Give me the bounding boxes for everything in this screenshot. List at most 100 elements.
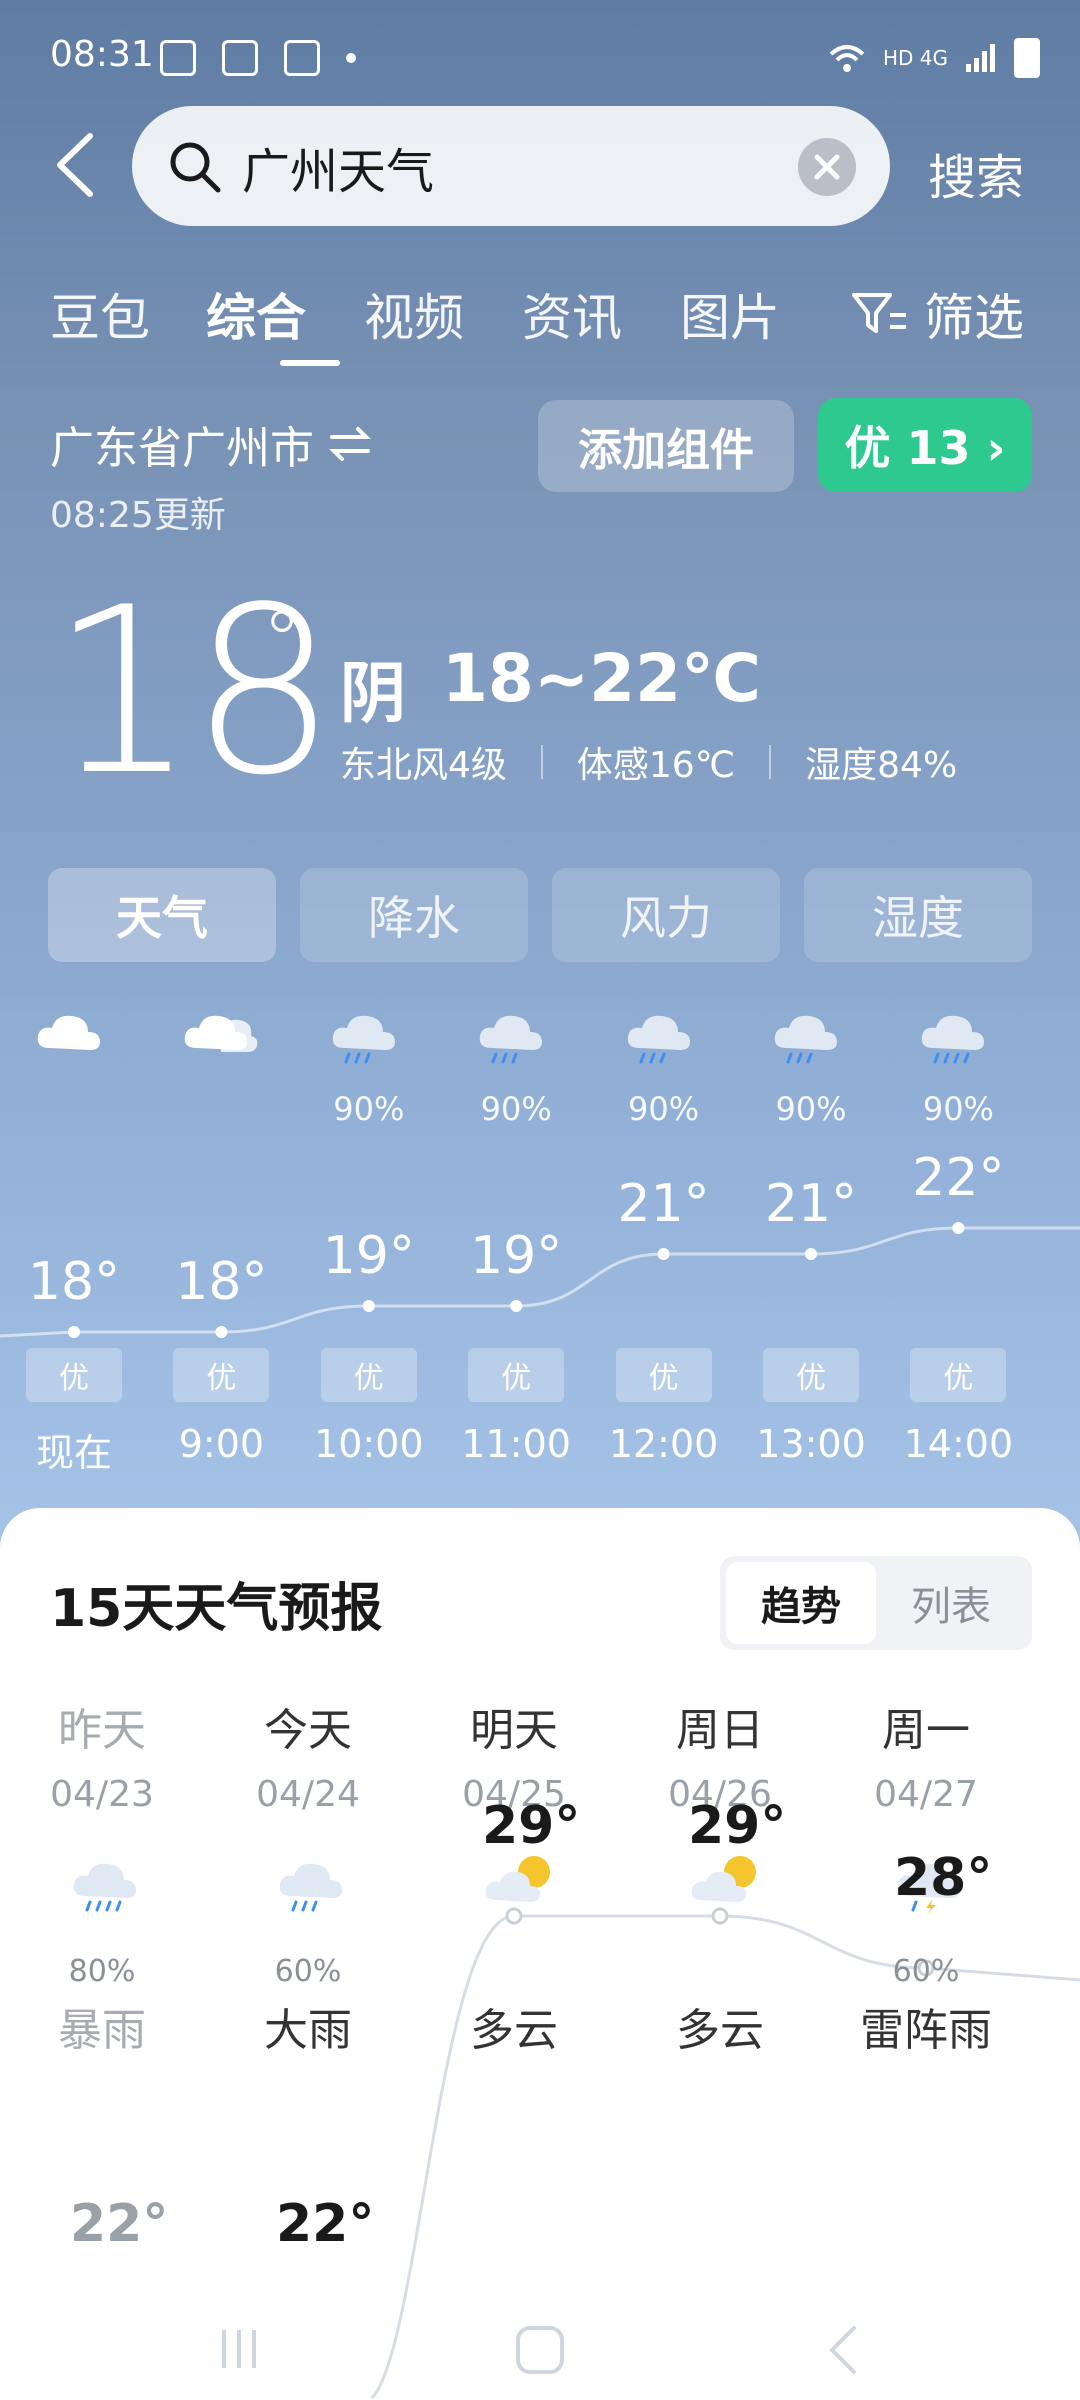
heavy-rain-icon — [73, 1863, 136, 1912]
precip-probability: 60% — [892, 1954, 960, 1989]
day-condition: 暴雨 — [58, 2005, 146, 2056]
metric-tab-humidity[interactable]: 湿度 — [804, 868, 1032, 962]
swap-icon — [329, 427, 371, 461]
day-date: 04/24 — [256, 1774, 360, 1815]
divider — [769, 745, 772, 779]
system-icons: HD 4G — [827, 38, 1040, 78]
hourly-time: 现在 — [35, 1431, 112, 1475]
tab-video[interactable]: 视频 — [364, 278, 464, 350]
hourly-time: 9:00 — [178, 1422, 265, 1466]
add-widget-button[interactable]: 添加组件 — [538, 400, 794, 492]
notification-icon — [160, 40, 196, 76]
temperature-range: 18~22℃ — [442, 640, 761, 717]
home-icon[interactable] — [512, 2322, 568, 2378]
rain-icon — [332, 1015, 395, 1064]
recent-apps-icon[interactable] — [214, 2324, 264, 2374]
tab-doubao[interactable]: 豆包 — [50, 278, 150, 350]
partly-cloudy-icon — [485, 1856, 550, 1902]
precip-probability: 90% — [333, 1090, 405, 1128]
day-low-temp: 22° — [276, 2194, 375, 2254]
day-low-temp: 22° — [70, 2194, 169, 2254]
clear-icon[interactable] — [798, 138, 856, 196]
rain-icon — [279, 1863, 342, 1912]
day-condition: 多云 — [676, 2005, 764, 2056]
precip-probability: 90% — [775, 1090, 847, 1128]
partly-cloudy-icon — [691, 1856, 756, 1902]
metric-tab-wind[interactable]: 风力 — [552, 868, 780, 962]
metric-tab-weather[interactable]: 天气 — [48, 868, 276, 962]
more-notifications-icon — [346, 53, 356, 63]
precip-probability: 90% — [628, 1090, 700, 1128]
day-name: 明天 — [470, 1705, 558, 1756]
aqi-chip: 优 — [173, 1348, 270, 1402]
search-input[interactable]: 广州天气 — [132, 106, 890, 226]
search-button[interactable]: 搜索 — [928, 138, 1024, 208]
cloudy-icon — [185, 1015, 258, 1052]
filter-label: 筛选 — [924, 289, 1024, 347]
forecast-day[interactable]: 昨天 04/23 80% 暴雨 22° — [12, 1694, 192, 2254]
category-tabs: 豆包 综合 视频 资讯 图片 筛选 — [50, 278, 1040, 368]
rain-icon — [774, 1015, 837, 1064]
hourly-time: 11:00 — [461, 1422, 571, 1466]
location-switcher[interactable]: 广东省广州市 — [50, 412, 372, 476]
notification-icon — [222, 40, 258, 76]
hourly-temp: 22° — [912, 1148, 1005, 1208]
humidity-info: 湿度84% — [805, 745, 958, 786]
degree-sign: ° — [262, 594, 302, 687]
aqi-chip: 优 — [615, 1348, 712, 1402]
back-nav-icon[interactable] — [822, 2322, 862, 2378]
status-bar: 08:31 HD 4G — [0, 0, 1080, 120]
day-condition: 雷阵雨 — [860, 2005, 992, 2056]
active-tab-indicator — [280, 360, 340, 366]
day-condition: 多云 — [470, 2005, 558, 2056]
aqi-badge[interactable]: 优 13 › — [818, 398, 1032, 492]
aqi-chip: 优 — [26, 1348, 122, 1402]
heavy-rain-icon — [922, 1015, 985, 1064]
hourly-temp-point — [657, 1248, 670, 1260]
hourly-temp-point — [952, 1222, 965, 1234]
hourly-temp: 18° — [175, 1252, 268, 1312]
update-time: 08:25更新 — [50, 495, 226, 536]
cloud-icon — [37, 1015, 100, 1050]
wifi-icon — [829, 45, 865, 72]
current-details: 东北风4级 体感16℃ 湿度84% — [340, 736, 957, 788]
forecast-panel: 15天天气预报 趋势 列表 昨天 04/23 80% 暴雨 22° 今天 04/24 60% 大… — [0, 1508, 1080, 2400]
hourly-forecast[interactable]: 18° 优现在 18° 优 9:00 90% 19° 优 10:00 90% 19° 优 11:00 90… — [0, 990, 1080, 1475]
rain-icon — [627, 1015, 690, 1064]
network-label: HD 4G — [882, 46, 948, 70]
notification-icons — [160, 40, 356, 76]
filter-button[interactable]: 筛选 — [850, 278, 1024, 350]
tab-images[interactable]: 图片 — [680, 278, 780, 350]
hourly-temp: 21° — [617, 1174, 710, 1234]
precip-probability: 80% — [68, 1954, 136, 1989]
aqi-chip: 优 — [320, 1348, 417, 1402]
forecast-day[interactable]: 周一 04/27 60% 雷阵雨 28° — [836, 1694, 1016, 2056]
precip-probability: 90% — [922, 1090, 994, 1128]
search-query: 广州天气 — [242, 144, 435, 200]
battery-icon — [1014, 38, 1040, 78]
feels-like: 体感16℃ — [576, 745, 736, 786]
metric-tabs: 天气 降水 风力 湿度 — [48, 868, 1032, 962]
tab-news[interactable]: 资讯 — [522, 278, 622, 350]
hourly-time: 12:00 — [608, 1422, 719, 1466]
day-name: 周一 — [882, 1705, 970, 1756]
day-name: 昨天 — [58, 1705, 146, 1756]
tab-general[interactable]: 综合 — [206, 278, 306, 350]
status-time: 08:31 — [50, 34, 154, 75]
system-navigation-bar — [0, 2296, 1080, 2400]
day-name: 今天 — [264, 1705, 352, 1756]
aqi-chip: 优 — [468, 1348, 565, 1402]
location-name: 广东省广州市 — [50, 423, 314, 474]
day-high-temp: 29° — [482, 1796, 581, 1856]
notification-icon — [284, 40, 320, 76]
back-button[interactable] — [50, 130, 100, 200]
current-condition: 阴 — [340, 655, 406, 732]
forecast-day[interactable]: 明天 04/25 多云 29° — [424, 1694, 604, 2056]
forecast-day[interactable]: 周日 04/26 多云 29° — [630, 1694, 810, 2056]
day-high-temp: 29° — [688, 1796, 787, 1856]
rain-icon — [479, 1015, 543, 1064]
search-icon — [170, 142, 221, 193]
metric-tab-precipitation[interactable]: 降水 — [300, 868, 528, 962]
day-name: 周日 — [676, 1705, 764, 1756]
forecast-day[interactable]: 今天 04/24 60% 大雨 22° — [218, 1694, 398, 2254]
